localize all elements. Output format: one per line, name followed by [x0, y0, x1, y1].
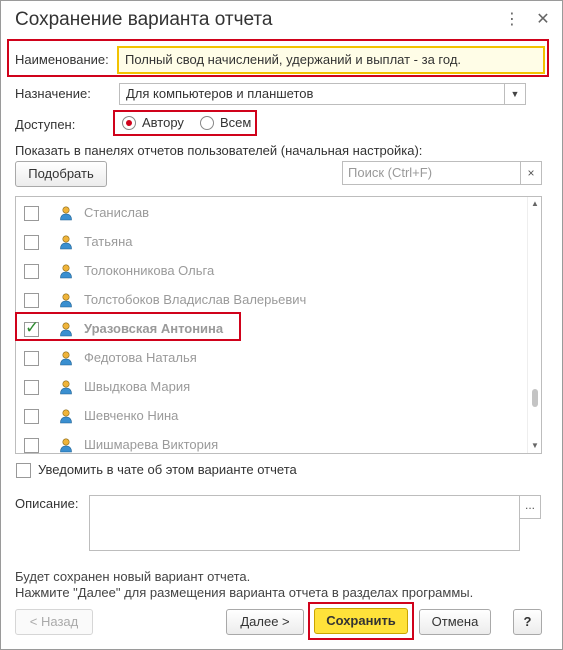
user-row[interactable]: Татьяна [16, 228, 526, 257]
user-row[interactable]: Станислав [16, 199, 526, 228]
close-icon[interactable]: ✕ [532, 9, 554, 31]
clear-search-icon[interactable]: × [520, 161, 542, 185]
user-icon [60, 438, 72, 453]
user-row[interactable]: Швыдкова Мария [16, 373, 526, 402]
user-checkbox[interactable] [24, 438, 39, 453]
notify-checkbox[interactable] [16, 463, 31, 478]
user-name: Швыдкова Мария [84, 379, 191, 394]
back-button[interactable]: < Назад [15, 609, 93, 635]
user-icon [60, 235, 72, 250]
save-report-variant-dialog: Сохранение варианта отчета ⋮ ✕ Наименова… [0, 0, 563, 650]
user-checkbox[interactable] [24, 235, 39, 250]
description-field[interactable] [89, 495, 520, 551]
user-name: Станислав [84, 205, 150, 220]
purpose-select[interactable]: Для компьютеров и планшетов [119, 83, 506, 105]
radio-author[interactable] [122, 116, 136, 130]
user-checkbox[interactable] [24, 380, 39, 395]
user-checkbox[interactable] [24, 293, 39, 308]
panels-label: Показать в панелях отчетов пользователей… [15, 143, 423, 158]
user-row[interactable]: Федотова Наталья [16, 344, 526, 373]
list-scrollbar[interactable]: ▲ ▼ [527, 197, 541, 453]
purpose-label: Назначение: [15, 86, 91, 101]
scroll-down-icon[interactable]: ▼ [528, 439, 541, 453]
user-checkbox[interactable] [24, 351, 39, 366]
radio-all-label[interactable]: Всем [220, 115, 251, 130]
dialog-title: Сохранение варианта отчета [15, 9, 273, 30]
user-row[interactable]: Толоконникова Ольга [16, 257, 526, 286]
user-name: Шевченко Нина [84, 408, 179, 423]
radio-author-label[interactable]: Автору [142, 115, 184, 130]
user-name: Толоконникова Ольга [84, 263, 215, 278]
user-icon [60, 293, 72, 308]
more-options-icon[interactable]: ⋮ [501, 9, 523, 31]
info-line-1: Будет сохранен новый вариант отчета. [15, 569, 251, 584]
user-row[interactable]: Шишмарева Виктория [16, 431, 526, 453]
radio-all[interactable] [200, 116, 214, 130]
user-icon [60, 409, 72, 424]
name-field[interactable]: Полный свод начислений, удержаний и выпл… [117, 46, 545, 74]
help-button[interactable]: ? [513, 609, 542, 635]
title-bar: Сохранение варианта отчета ⋮ ✕ [1, 1, 562, 41]
search-input[interactable]: Поиск (Ctrl+F) [342, 161, 522, 185]
user-checkbox[interactable] [24, 264, 39, 279]
user-name: Толстобоков Владислав Валерьевич [84, 292, 307, 307]
save-button[interactable]: Сохранить [314, 608, 408, 634]
user-name: Федотова Наталья [84, 350, 197, 365]
next-button[interactable]: Далее > [226, 609, 304, 635]
user-icon [60, 206, 72, 221]
user-name: Шишмарева Виктория [84, 437, 219, 452]
pick-users-button[interactable]: Подобрать [15, 161, 107, 187]
user-row[interactable]: Шевченко Нина [16, 402, 526, 431]
info-line-2: Нажмите "Далее" для размещения варианта … [15, 585, 474, 600]
description-more-button[interactable]: ... [519, 495, 541, 519]
scroll-up-icon[interactable]: ▲ [528, 197, 541, 211]
user-checkbox[interactable] [24, 206, 39, 221]
chevron-down-icon[interactable]: ▼ [504, 83, 526, 105]
available-label: Доступен: [15, 117, 76, 132]
user-row[interactable]: Толстобоков Владислав Валерьевич [16, 286, 526, 315]
selected-user-highlight-box [15, 312, 241, 341]
user-checkbox[interactable] [24, 409, 39, 424]
notify-label[interactable]: Уведомить в чате об этом варианте отчета [38, 462, 297, 477]
cancel-button[interactable]: Отмена [419, 609, 491, 635]
user-icon [60, 264, 72, 279]
name-label: Наименование: [15, 52, 109, 67]
description-label: Описание: [15, 496, 79, 511]
user-icon [60, 380, 72, 395]
scroll-thumb[interactable] [532, 389, 538, 407]
user-icon [60, 351, 72, 366]
user-name: Татьяна [84, 234, 133, 249]
